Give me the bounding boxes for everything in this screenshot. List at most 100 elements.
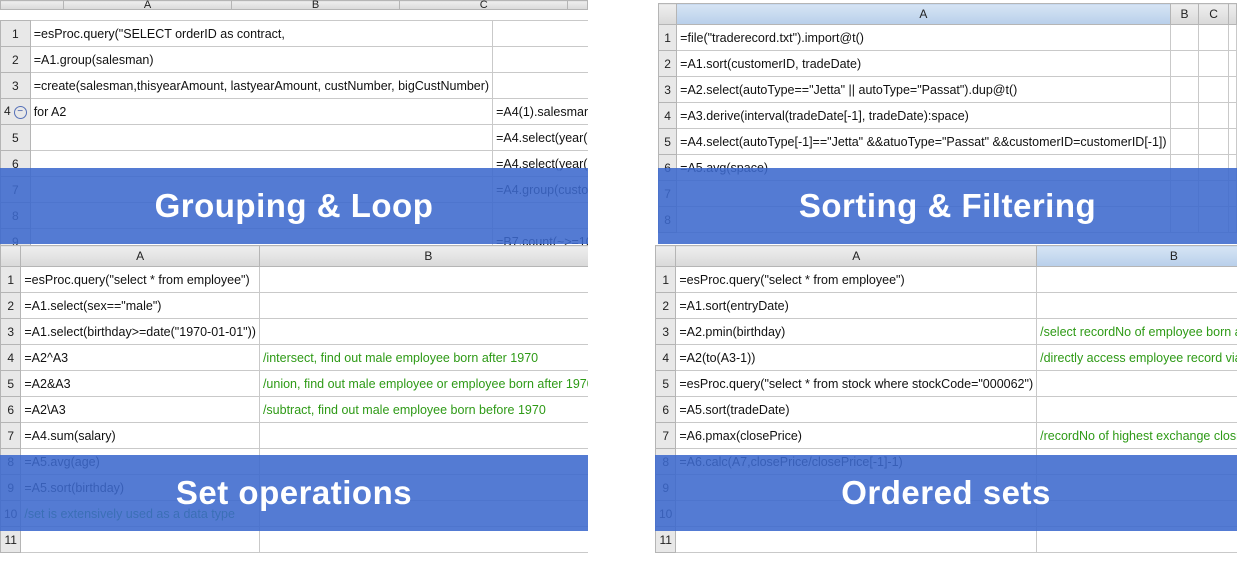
col-header[interactable]: A [675, 245, 1038, 267]
row-number[interactable]: 1 [658, 24, 678, 51]
cell[interactable]: =A4.select(autoType[-1]=="Jetta" &&atuoT… [676, 128, 1171, 155]
corner-cell[interactable] [0, 0, 64, 10]
row-number[interactable]: 5 [0, 370, 22, 397]
cell[interactable] [1036, 370, 1237, 397]
cell[interactable]: /recordNo of highest exchange closing qu… [1036, 422, 1237, 449]
row-number[interactable]: 7 [0, 422, 22, 449]
cell[interactable]: =A4.select(year(date)==year).sum(amount) [492, 124, 588, 151]
col-header[interactable]: B [258, 245, 588, 267]
cell[interactable] [1227, 102, 1237, 129]
row-number[interactable]: 1 [0, 266, 22, 293]
col-header[interactable]: C [399, 0, 569, 11]
col-header[interactable]: B [1036, 245, 1237, 267]
col-header[interactable]: B [1169, 3, 1200, 25]
spreadsheet-grid[interactable]: ABC [0, 0, 588, 11]
cell[interactable]: =A1.select(birthday>=date("1970-01-01")) [20, 318, 260, 345]
cell[interactable] [258, 318, 588, 345]
cell[interactable]: =A2(to(A3-1)) [675, 344, 1038, 371]
cell[interactable]: =A1.select(sex=="male") [20, 292, 260, 319]
cell[interactable]: =create(salesman,thisyearAmount, lastyea… [29, 72, 494, 99]
cell[interactable]: =esProc.query("select * from employee") [20, 266, 260, 293]
cell[interactable]: /union, find out male employee or employ… [258, 370, 588, 397]
cell[interactable]: =A4.sum(salary) [20, 422, 260, 449]
cell[interactable]: =A2&A3 [20, 370, 260, 397]
row-number[interactable]: 4 [658, 102, 678, 129]
cell[interactable] [258, 292, 588, 319]
cell[interactable]: /directly access employee record via rec… [1036, 344, 1237, 371]
col-header[interactable] [567, 0, 588, 10]
row-number[interactable]: 1 [655, 266, 677, 293]
row-number[interactable]: 5 [655, 370, 677, 397]
cell[interactable] [1227, 76, 1237, 103]
row-number[interactable]: 6 [655, 396, 677, 423]
cell[interactable] [492, 72, 588, 99]
cell[interactable]: =A1.sort(customerID, tradeDate) [676, 50, 1171, 77]
cell[interactable] [1227, 50, 1237, 77]
cell[interactable]: /select recordNo of employee born at ear… [1036, 318, 1237, 345]
cell[interactable] [1169, 128, 1200, 155]
cell[interactable] [1036, 266, 1237, 293]
row-number[interactable]: 2 [0, 292, 22, 319]
cell[interactable] [258, 422, 588, 449]
cell[interactable]: =file("traderecord.txt").import@t() [676, 24, 1171, 51]
col-header[interactable] [1227, 3, 1237, 25]
row-number[interactable]: 4− [0, 98, 31, 125]
cell[interactable] [1227, 24, 1237, 51]
cell[interactable]: =A2.select(autoType=="Jetta" || autoType… [676, 76, 1171, 103]
col-header[interactable]: A [62, 0, 233, 11]
cell[interactable] [1198, 24, 1229, 51]
row-number[interactable]: 3 [0, 318, 22, 345]
cell[interactable]: /intersect, find out male employee born … [258, 344, 588, 371]
row-number[interactable]: 5 [658, 128, 678, 155]
cell[interactable] [492, 46, 588, 73]
cell[interactable]: =A1.group(salesman) [29, 46, 494, 73]
cell[interactable] [1198, 50, 1229, 77]
cell[interactable] [1169, 24, 1200, 51]
collapse-icon[interactable]: − [13, 105, 27, 119]
cell[interactable]: =esProc.query("select * from employee") [675, 266, 1038, 293]
cell[interactable] [1198, 102, 1229, 129]
col-header[interactable]: A [676, 3, 1171, 25]
cell[interactable] [29, 124, 494, 151]
cell[interactable] [1036, 396, 1237, 423]
row-number[interactable]: 2 [655, 292, 677, 319]
cell[interactable] [1036, 292, 1237, 319]
cell[interactable]: =A4(1).salesman [492, 98, 588, 125]
row-number[interactable]: 2 [658, 50, 678, 77]
row-number[interactable]: 3 [0, 72, 31, 99]
row-number[interactable]: 2 [0, 46, 31, 73]
cell[interactable] [258, 266, 588, 293]
cell[interactable]: =A5.sort(tradeDate) [675, 396, 1038, 423]
cell[interactable]: =esProc.query("SELECT orderID as contrac… [29, 20, 494, 47]
corner-cell[interactable] [655, 245, 677, 267]
row-number[interactable]: 7 [655, 422, 677, 449]
row-number[interactable]: 4 [0, 344, 22, 371]
row-number[interactable]: 1 [0, 20, 31, 47]
row-number[interactable]: 4 [655, 344, 677, 371]
col-header[interactable]: B [231, 0, 401, 11]
cell[interactable]: =A6.pmax(closePrice) [675, 422, 1038, 449]
row-number[interactable]: 3 [658, 76, 678, 103]
cell[interactable]: =A2^A3 [20, 344, 260, 371]
cell[interactable]: /subtract, find out male employee born b… [258, 396, 588, 423]
cell[interactable] [1169, 50, 1200, 77]
cell[interactable]: for A2 [29, 98, 494, 125]
col-header[interactable]: A [20, 245, 260, 267]
cell[interactable] [1169, 76, 1200, 103]
cell[interactable] [1198, 128, 1229, 155]
cell[interactable]: =A1.sort(entryDate) [675, 292, 1038, 319]
cell[interactable]: =A2\A3 [20, 396, 260, 423]
cell[interactable]: =A2.pmin(birthday) [675, 318, 1038, 345]
cell[interactable] [1198, 76, 1229, 103]
row-number[interactable]: 5 [0, 124, 31, 151]
cell[interactable]: =esProc.query("select * from stock where… [675, 370, 1038, 397]
corner-cell[interactable] [0, 245, 22, 267]
row-number[interactable]: 6 [0, 396, 22, 423]
corner-cell[interactable] [658, 3, 678, 25]
col-header[interactable]: C [1198, 3, 1229, 25]
cell[interactable] [1227, 128, 1237, 155]
cell[interactable] [1169, 102, 1200, 129]
cell[interactable] [492, 20, 588, 47]
cell[interactable]: =A3.derive(interval(tradeDate[-1], trade… [676, 102, 1171, 129]
row-number[interactable]: 3 [655, 318, 677, 345]
